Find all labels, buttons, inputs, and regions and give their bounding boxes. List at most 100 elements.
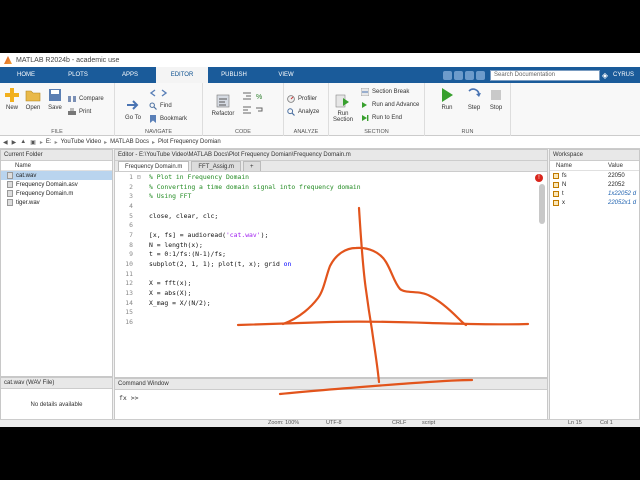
analyze-icon <box>287 108 295 116</box>
quick-undo-icon[interactable] <box>453 70 463 80</box>
keyword: on <box>283 260 292 269</box>
file-row[interactable]: tiger.wav <box>1 198 112 207</box>
code-line[interactable]: 8 N = length(x); <box>115 240 535 250</box>
back-forward-buttons[interactable] <box>149 88 171 98</box>
code-line[interactable]: 14 X_mag = X/(N/2); <box>115 298 535 308</box>
profiler-button[interactable]: Profiler <box>287 94 317 104</box>
indent-icon <box>243 92 251 100</box>
find-button[interactable]: Find <box>149 101 172 111</box>
name-column-header[interactable]: Name <box>1 161 112 171</box>
code-tool-2[interactable]: % <box>255 91 266 101</box>
new-plus-icon <box>5 88 19 102</box>
user-menu[interactable]: CYRUS <box>613 72 634 78</box>
tab-view[interactable]: VIEW <box>260 67 312 83</box>
help-icon[interactable] <box>475 70 485 80</box>
code-line[interactable]: 13 X = abs(X); <box>115 288 535 298</box>
workspace-variable-row[interactable]: x 22052x1 d <box>550 198 639 207</box>
code-line[interactable]: 15 <box>115 308 535 318</box>
line-number: 13 <box>125 289 133 298</box>
code-line[interactable]: 6 <box>115 220 535 230</box>
save-button[interactable]: Save <box>43 87 67 111</box>
code-line[interactable]: 12 X = fft(x); <box>115 279 535 289</box>
breadcrumb-plot-frequency-domian[interactable]: Plot Frequency Domian <box>158 139 221 145</box>
variable-grid-icon <box>553 181 559 188</box>
line-number: 11 <box>125 269 133 278</box>
ribbon-navigate-section: Go To Find Bookmark NAVIGATE <box>115 83 203 136</box>
step-button[interactable]: Step <box>462 87 486 111</box>
search-documentation-input[interactable]: Search Documentation <box>489 69 600 81</box>
editor-tab-fft-assig[interactable]: FFT_Assig.m <box>191 161 242 171</box>
code-line[interactable]: 3 % Using FFT <box>115 191 535 201</box>
breadcrumb-youtube-video[interactable]: YouTube Video <box>61 139 101 145</box>
goto-button[interactable]: Go To <box>121 97 145 121</box>
quick-save-icon[interactable] <box>442 70 452 80</box>
run-and-advance-button[interactable]: Run and Advance <box>361 100 419 110</box>
file-row[interactable]: Frequency Domain.asv <box>1 180 112 189</box>
code-line[interactable]: 4 <box>115 201 535 211</box>
new-tab-button[interactable]: + <box>243 161 261 171</box>
fold-marker-icon[interactable]: ⊟ <box>137 173 149 181</box>
code-tool-4[interactable] <box>255 105 266 115</box>
variable-name-text: x <box>562 199 565 206</box>
editor-tab-frequency-domain[interactable]: Frequency Domain.m <box>118 161 190 171</box>
refactor-button[interactable]: Refactor <box>209 93 237 117</box>
analyze-button[interactable]: Analyze <box>287 107 319 117</box>
file-row[interactable]: cat.wav <box>1 171 112 180</box>
tab-home[interactable]: HOME <box>0 67 52 83</box>
command-prompt[interactable]: fx >> <box>115 390 547 402</box>
ribbon-run-section: Run Step Stop RUN <box>425 83 511 136</box>
forward-icon[interactable]: ▶ <box>12 139 17 146</box>
warning-icon[interactable]: ! <box>535 174 543 182</box>
m-file-icon <box>7 190 13 197</box>
code-area[interactable]: 1 ⊟% Plot in Frequency Domain 2 % Convertin… <box>115 172 535 377</box>
line-number: 5 <box>129 211 133 220</box>
section-break-button[interactable]: Section Break <box>361 87 409 97</box>
wrap-icon <box>256 107 263 112</box>
status-bar: Zoom: 100% UTF-8 CRLF script Ln 15 Col 1 <box>0 419 640 427</box>
code-line[interactable]: 5 close, clear, clc; <box>115 211 535 221</box>
run-button[interactable]: Run <box>435 87 459 111</box>
code-line[interactable]: 1 ⊟% Plot in Frequency Domain <box>115 172 535 182</box>
run-to-end-button[interactable]: Run to End <box>361 113 402 123</box>
workspace-variable-row[interactable]: t 1x22052 d <box>550 189 639 198</box>
variable-name-text: fs <box>562 172 567 179</box>
breadcrumb-matlab-docs[interactable]: MATLAB Docs <box>110 139 149 145</box>
breadcrumb-drive[interactable]: E: <box>46 139 52 145</box>
status-column: Col 1 <box>600 420 613 426</box>
workspace-name-header[interactable]: Name <box>550 163 608 169</box>
line-number: 15 <box>125 308 133 317</box>
code-tool-1[interactable] <box>243 91 254 101</box>
workspace-value-header[interactable]: Value <box>608 163 623 169</box>
open-button[interactable]: Open <box>21 87 45 111</box>
file-row[interactable]: Frequency Domain.m <box>1 189 112 198</box>
browse-folder-icon[interactable]: ▣ <box>30 139 36 146</box>
code-line[interactable]: 7 [x, fs] = audioread('cat.wav'); <box>115 230 535 240</box>
run-section-button[interactable]: Run Section <box>331 93 355 123</box>
code-text: % Using FFT <box>149 192 192 201</box>
back-icon[interactable]: ◀ <box>3 139 8 146</box>
code-line[interactable]: 2 % Converting a time domain signal into … <box>115 182 535 192</box>
editor-panel: Editor - E:\YouTube Video\MATLAB Docs\Pl… <box>114 149 548 378</box>
variable-grid-icon <box>553 172 559 179</box>
workspace-variable-row[interactable]: fs 22050 <box>550 171 639 180</box>
tab-editor[interactable]: EDITOR <box>156 67 208 83</box>
tab-plots[interactable]: PLOTS <box>52 67 104 83</box>
print-button[interactable]: Print <box>68 107 91 117</box>
code-line[interactable]: 9 t = 0:1/fs:(N-1)/fs; <box>115 250 535 260</box>
code-line[interactable]: 10 subplot(2, 1, 1); plot(t, x); grid on <box>115 259 535 269</box>
workspace-variable-row[interactable]: N 22052 <box>550 180 639 189</box>
bookmark-button[interactable]: Bookmark <box>149 114 187 124</box>
up-folder-icon[interactable]: ▲ <box>20 139 26 145</box>
editor-scrollbar[interactable] <box>539 184 545 224</box>
quick-redo-icon[interactable] <box>464 70 474 80</box>
code-line[interactable]: 16 <box>115 317 535 327</box>
compare-button[interactable]: Compare <box>68 94 104 104</box>
code-text: close, clear, clc; <box>149 211 219 220</box>
tab-publish[interactable]: PUBLISH <box>208 67 260 83</box>
code-tool-3[interactable] <box>243 105 254 115</box>
line-number: 16 <box>125 318 133 327</box>
stop-button[interactable]: Stop <box>484 87 508 111</box>
tab-apps[interactable]: APPS <box>104 67 156 83</box>
bell-icon[interactable]: ◈ <box>600 71 610 80</box>
code-line[interactable]: 11 <box>115 269 535 279</box>
